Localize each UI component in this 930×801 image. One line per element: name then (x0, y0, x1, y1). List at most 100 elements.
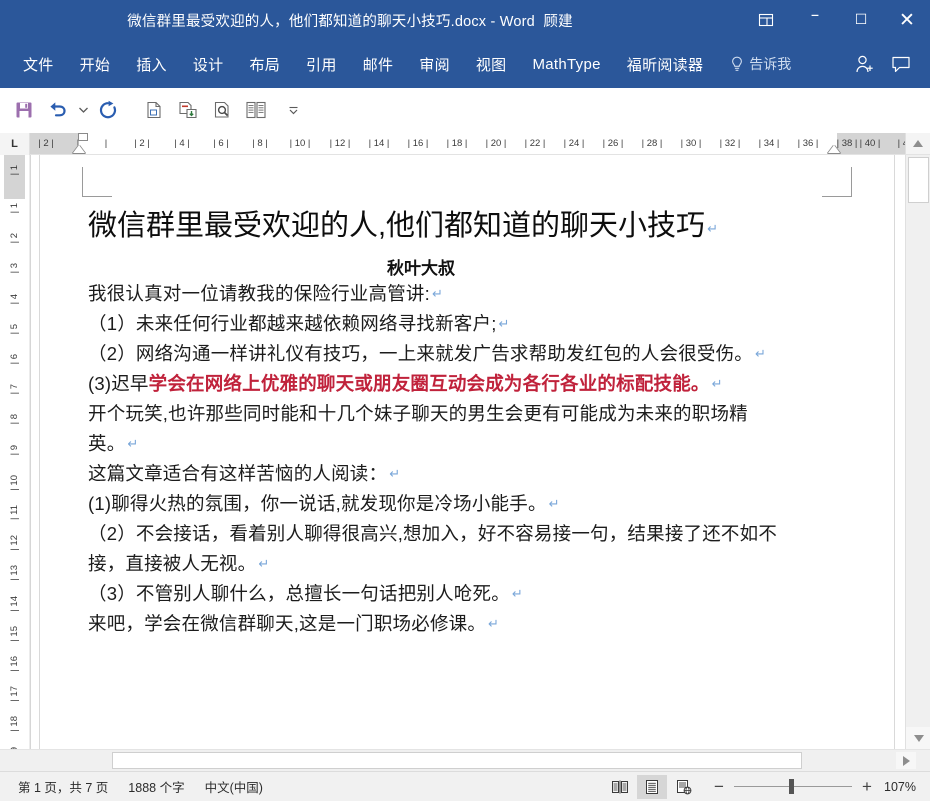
zoom-slider[interactable] (734, 779, 852, 795)
vertical-ruler-tick-wrap: | 8 (0, 414, 29, 427)
vertical-ruler-tick-wrap: | 17 (0, 686, 29, 705)
vertical-ruler-tick-wrap: | 9 (0, 445, 29, 458)
word-count[interactable]: 1888 个字 (118, 777, 194, 796)
tab-view[interactable]: 视图 (463, 48, 520, 81)
user-account-button[interactable] (848, 47, 882, 81)
paragraph-5: 开个玩笑,也许那些同时能和十几个妹子聊天的男生会更有可能成为未来的职场精英。↵ (88, 399, 854, 459)
vertical-ruler-tick-wrap: | 18 (0, 716, 29, 735)
horizontal-scroll-thumb[interactable] (112, 752, 802, 769)
tab-foxit-reader[interactable]: 福昕阅读器 (614, 48, 717, 81)
quick-access-toolbar (0, 88, 930, 133)
vertical-ruler-tick: | 17 (10, 686, 20, 702)
zoom-slider-thumb[interactable] (789, 779, 794, 794)
ruler-tick: | 20 | (486, 138, 507, 149)
vertical-ruler-tick: | 1 (10, 165, 20, 175)
paragraph-6: 这篇文章适合有这样苦恼的人阅读：↵ (88, 459, 854, 489)
horizontal-ruler-strip[interactable]: | 2 |||| 2 || 4 || 6 || 8 || 10 || 12 ||… (30, 133, 905, 154)
new-document-icon (144, 100, 164, 120)
scroll-right-button[interactable] (896, 752, 916, 769)
tab-mathtype[interactable]: MathType (519, 50, 613, 79)
read-mode-view-button[interactable] (605, 775, 635, 799)
pilcrow-mark: ↵ (389, 466, 400, 481)
horizontal-scrollbar[interactable] (0, 749, 930, 771)
vertical-ruler-tick: | 8 (10, 414, 20, 424)
tab-layout[interactable]: 布局 (236, 48, 293, 81)
vertical-ruler-tick-wrap: | 16 (0, 656, 29, 675)
language-indicator[interactable]: 中文(中国) (195, 777, 273, 796)
document-page[interactable]: 微信群里最受欢迎的人,他们都知道的聊天小技巧↵ 秋叶大叔 我很认真对一位请教我的… (39, 155, 895, 749)
undo-dropdown-button[interactable] (76, 107, 90, 113)
horizontal-ruler[interactable]: L | 2 |||| 2 || 4 || 6 || 8 || 10 || 12 … (0, 133, 930, 155)
ruler-tick: | 10 | (290, 138, 311, 149)
vertical-ruler-tick-wrap: | 5 (0, 324, 29, 337)
ruler-tick: | 22 | (525, 138, 546, 149)
ruler-left-margin-zone (30, 133, 78, 154)
status-bar-right: − + 107% (605, 775, 922, 799)
ruler-tick: | 2 | (134, 138, 150, 149)
ruler-tick: | 24 | (564, 138, 585, 149)
redo-arrow-icon (97, 100, 119, 120)
document-body[interactable]: 微信群里最受欢迎的人,他们都知道的聊天小技巧↵ 秋叶大叔 我很认真对一位请教我的… (88, 207, 854, 639)
new-document-button[interactable] (138, 94, 170, 126)
lightbulb-icon (730, 56, 744, 73)
customize-toolbar-button[interactable] (286, 105, 300, 116)
ruler-tick: | 18 | (447, 138, 468, 149)
vertical-ruler[interactable]: | 1| 1| 2| 3| 4| 5| 6| 7| 8| 9| 10| 11| … (0, 155, 30, 749)
zoom-level-label[interactable]: 107% (882, 780, 922, 794)
vertical-ruler-tick: | 13 (10, 565, 20, 581)
tab-insert[interactable]: 插入 (123, 48, 180, 81)
tab-file[interactable]: 文件 (10, 48, 67, 81)
read-mode-icon (611, 779, 629, 795)
horizontal-scroll-track[interactable] (112, 752, 882, 769)
two-page-view-button[interactable] (240, 94, 272, 126)
document-canvas[interactable]: 微信群里最受欢迎的人,他们都知道的聊天小技巧↵ 秋叶大叔 我很认真对一位请教我的… (30, 155, 905, 749)
title-bar: 微信群里最受欢迎的人，他们都知道的聊天小技巧.docx - Word 顾建 – … (0, 0, 930, 40)
export-pdf-button[interactable] (172, 94, 204, 126)
ruler-tick: | 36 | (798, 138, 819, 149)
tab-design[interactable]: 设计 (180, 48, 237, 81)
ruler-tick: | 12 | (330, 138, 351, 149)
comments-button[interactable] (884, 47, 918, 81)
ribbon-tab-bar: 文件 开始 插入 设计 布局 引用 邮件 审阅 视图 MathType 福昕阅读… (0, 40, 930, 88)
tab-stop-selector[interactable]: L (0, 133, 30, 155)
tab-mailings[interactable]: 邮件 (350, 48, 407, 81)
print-layout-view-button[interactable] (637, 775, 667, 799)
web-layout-view-button[interactable] (669, 775, 699, 799)
ribbon-right-actions (848, 47, 930, 81)
vertical-ruler-tick-wrap: | 11 (0, 505, 29, 523)
tab-review[interactable]: 审阅 (406, 48, 463, 81)
vertical-scrollbar[interactable] (905, 155, 930, 749)
vertical-ruler-tick-wrap: | 12 (0, 535, 29, 554)
close-icon: ✕ (899, 11, 915, 30)
close-button[interactable]: ✕ (884, 0, 930, 40)
vertical-ruler-tick-wrap: | 1 (0, 203, 29, 216)
tab-references[interactable]: 引用 (293, 48, 350, 81)
pilcrow-mark: ↵ (549, 496, 560, 511)
right-indent-marker[interactable] (828, 145, 840, 153)
page-indicator[interactable]: 第 1 页，共 7 页 (8, 777, 118, 796)
zoom-in-button[interactable]: + (859, 778, 875, 795)
print-preview-button[interactable] (206, 94, 238, 126)
scroll-up-corner[interactable] (905, 133, 930, 154)
vertical-ruler-tick: | 3 (10, 263, 20, 273)
hanging-indent-marker[interactable] (73, 145, 85, 153)
tab-home[interactable]: 开始 (67, 48, 124, 81)
tell-me-box[interactable]: 告诉我 (722, 49, 799, 79)
vertical-ruler-tick: | 18 (10, 716, 20, 732)
undo-button[interactable] (42, 94, 74, 126)
maximize-button[interactable]: ☐ (838, 0, 884, 40)
redo-button[interactable] (92, 94, 124, 126)
pilcrow-mark: ↵ (499, 316, 510, 331)
vertical-ruler-tick-wrap: | 3 (0, 263, 29, 276)
pilcrow-mark: ↵ (712, 376, 723, 391)
ribbon-display-options-button[interactable] (740, 0, 792, 40)
save-button[interactable] (8, 94, 40, 126)
scroll-down-button[interactable] (906, 727, 930, 749)
arrow-right-icon (903, 756, 910, 766)
vertical-ruler-tick: | 10 (10, 475, 20, 491)
vertical-ruler-tick: | 9 (10, 445, 20, 455)
first-line-indent-marker[interactable] (78, 133, 88, 141)
zoom-out-button[interactable]: − (711, 778, 727, 795)
vertical-scroll-thumb[interactable] (908, 157, 929, 203)
minimize-button[interactable]: – (792, 0, 838, 40)
